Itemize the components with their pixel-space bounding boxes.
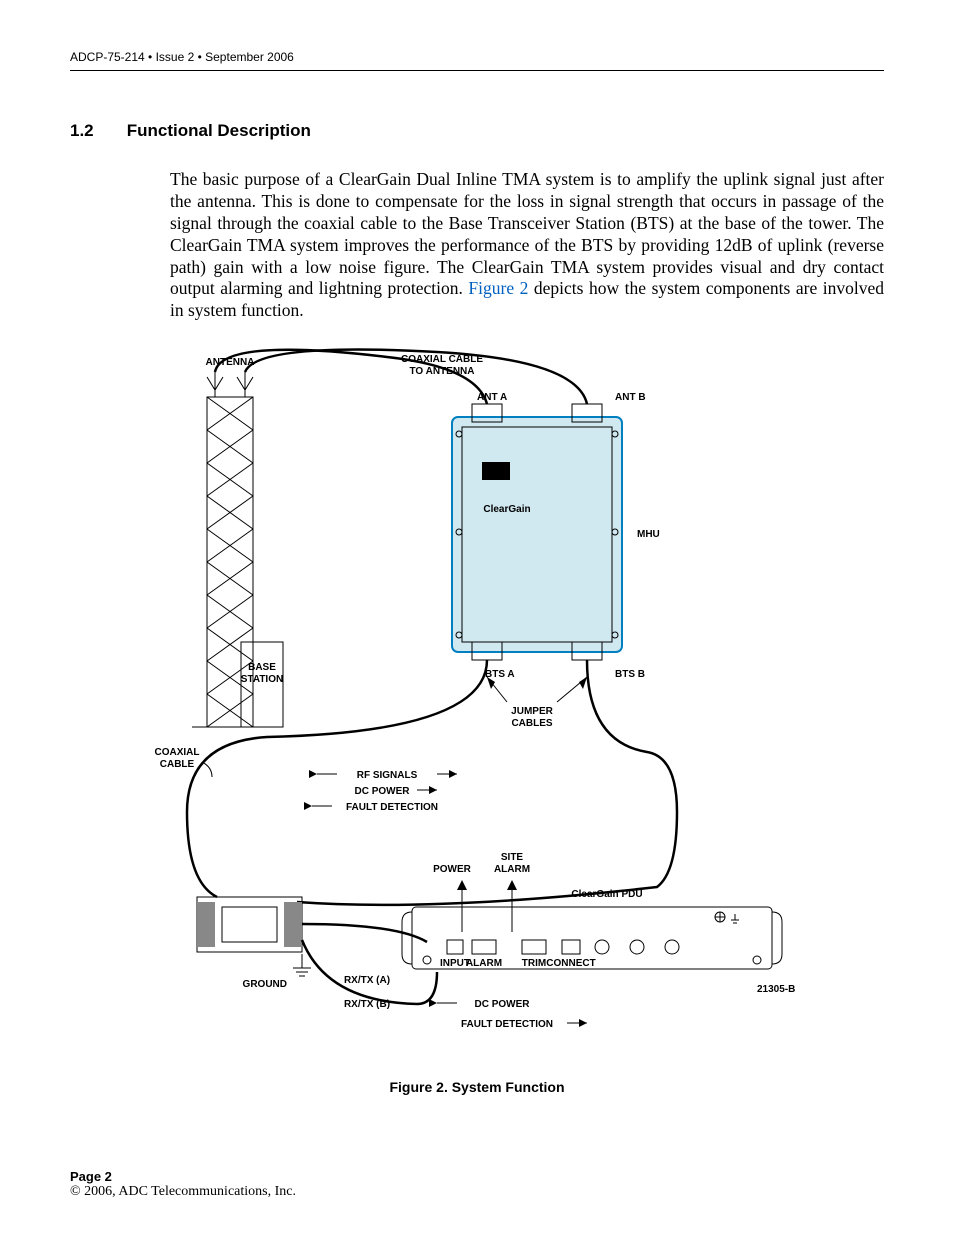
dc-power-2-label: DC POWER bbox=[475, 999, 531, 1010]
page-header: ADCP-75-214 • Issue 2 • September 2006 bbox=[70, 50, 884, 71]
site-alarm-l2: ALARM bbox=[494, 864, 530, 875]
figure-caption: Figure 2. System Function bbox=[70, 1079, 884, 1095]
copyright: © 2006, ADC Telecommunications, Inc. bbox=[70, 1184, 296, 1200]
bts-b-label: BTS B bbox=[615, 669, 645, 680]
site-alarm-l1: SITE bbox=[501, 852, 524, 863]
coax-cable-l1: COAXIAL bbox=[155, 747, 200, 758]
cleargain-pdu-label: ClearGain PDU bbox=[571, 889, 642, 900]
ant-b-label: ANT B bbox=[615, 392, 646, 403]
fault-detection-label: FAULT DETECTION bbox=[346, 802, 438, 813]
dc-power-label: DC POWER bbox=[355, 786, 411, 797]
base-station-l2: STATION bbox=[241, 674, 283, 685]
antenna-label: ANTENNA bbox=[206, 357, 255, 368]
svg-text:TRIM: TRIM bbox=[522, 958, 546, 969]
svg-text:CONNECT: CONNECT bbox=[546, 958, 595, 969]
bts-a-label: BTS A bbox=[485, 669, 515, 680]
power-label: POWER bbox=[433, 864, 472, 875]
cable-rxtx-a bbox=[302, 924, 427, 942]
document-page: ADCP-75-214 • Issue 2 • September 2006 1… bbox=[0, 0, 954, 1240]
figure-id-label: 21305-B bbox=[757, 984, 795, 995]
body-paragraph: The basic purpose of a ClearGain Dual In… bbox=[170, 169, 884, 322]
cleargain-label: ClearGain bbox=[483, 504, 530, 515]
jumper-l2: CABLES bbox=[511, 718, 552, 729]
page-number: Page 2 bbox=[70, 1169, 296, 1184]
jumper-arrow-left bbox=[487, 677, 507, 702]
page-footer: Page 2 © 2006, ADC Telecommunications, I… bbox=[70, 1169, 296, 1200]
section-title: Functional Description bbox=[127, 121, 311, 140]
adc-logo-label: ADC bbox=[485, 467, 507, 478]
ground-icon bbox=[293, 954, 311, 976]
cable-bts-a bbox=[187, 660, 487, 897]
mhu-icon: ADC ClearGain bbox=[452, 404, 622, 660]
ground-label: GROUND bbox=[243, 979, 287, 990]
system-function-diagram: ANTENNA ADC ClearGain MHU bbox=[137, 342, 817, 1062]
pdu-icon: INPUT ALARM TRIM CONNECT bbox=[402, 907, 782, 969]
coax-cable-l2: CABLE bbox=[160, 759, 195, 770]
section-heading: 1.2 Functional Description bbox=[70, 121, 884, 141]
rf-signals-label: RF SIGNALS bbox=[357, 770, 418, 781]
jumper-arrow-right bbox=[557, 677, 587, 702]
figure-container: ANTENNA ADC ClearGain MHU bbox=[70, 342, 884, 1095]
rxtx-a-label: RX/TX (A) bbox=[344, 975, 390, 986]
jumper-l1: JUMPER bbox=[511, 706, 553, 717]
fault-detection-2-label: FAULT DETECTION bbox=[461, 1019, 553, 1030]
lower-flow-labels: DC POWER FAULT DETECTION bbox=[429, 999, 587, 1030]
cable-rxtx-b bbox=[302, 940, 437, 1004]
cable-bts-b bbox=[297, 660, 677, 905]
splice-box-icon bbox=[197, 897, 302, 952]
signal-flow-labels: RF SIGNALS DC POWER FAULT DETECTION bbox=[304, 770, 457, 813]
mhu-label: MHU bbox=[637, 529, 660, 540]
figure-reference-link[interactable]: Figure 2 bbox=[468, 278, 528, 298]
base-station-l1: BASE bbox=[248, 662, 276, 673]
section-number: 1.2 bbox=[70, 121, 122, 141]
svg-text:ALARM: ALARM bbox=[466, 958, 502, 969]
